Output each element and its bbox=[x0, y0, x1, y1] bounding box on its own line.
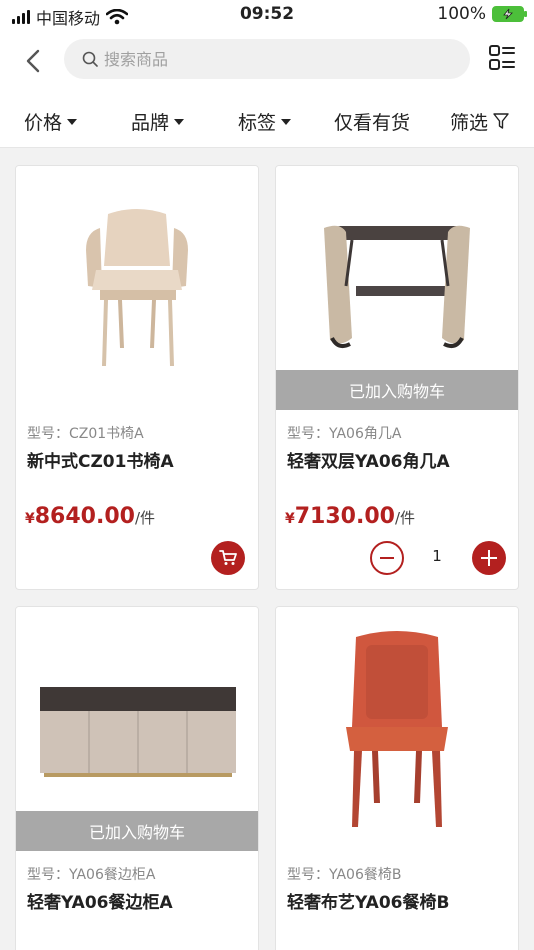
decrease-quantity-button[interactable] bbox=[370, 541, 404, 575]
currency-symbol: ¥ bbox=[285, 511, 295, 527]
quantity-value[interactable]: 1 bbox=[422, 547, 452, 565]
filter-label: 筛选 bbox=[450, 112, 489, 134]
added-to-cart-banner: 已加入购物车 bbox=[16, 811, 258, 851]
product-model: 型号：YA06角几A bbox=[287, 426, 402, 442]
product-name[interactable]: 轻奢双层YA06角几A bbox=[287, 447, 450, 472]
filter-label: 品牌 bbox=[131, 112, 170, 134]
product-card[interactable]: 已加入购物车 型号：YA06餐边柜A 轻奢YA06餐边柜A bbox=[15, 606, 259, 950]
chevron-left-icon bbox=[26, 49, 40, 73]
quantity-stepper: 1 bbox=[370, 541, 506, 575]
beige-armchair-icon bbox=[86, 209, 188, 366]
sideboard-icon bbox=[40, 687, 236, 777]
layout-toggle-button[interactable] bbox=[488, 44, 518, 74]
caret-down-icon bbox=[281, 118, 292, 125]
product-grid: 型号：CZ01书椅A 新中式CZ01书椅A ¥8640.00/件 已加入购物车 … bbox=[0, 148, 534, 950]
list-grid-icon bbox=[489, 45, 515, 70]
filter-in-stock[interactable]: 仅看有货 bbox=[334, 108, 410, 135]
price-unit: /件 bbox=[134, 509, 156, 527]
filter-price[interactable]: 价格 bbox=[24, 108, 78, 135]
product-name[interactable]: 轻奢布艺YA06餐椅B bbox=[287, 888, 449, 913]
filter-label: 标签 bbox=[238, 112, 277, 134]
currency-symbol: ¥ bbox=[25, 511, 35, 527]
filter-bar: 价格 品牌 标签 仅看有货 筛选 bbox=[0, 92, 534, 148]
filter-tag[interactable]: 标签 bbox=[238, 108, 292, 135]
search-input[interactable] bbox=[104, 49, 444, 69]
search-icon bbox=[82, 51, 98, 67]
filter-brand[interactable]: 品牌 bbox=[131, 108, 185, 135]
caret-down-icon bbox=[67, 118, 78, 125]
filter-more[interactable]: 筛选 bbox=[450, 108, 509, 135]
added-to-cart-banner: 已加入购物车 bbox=[276, 370, 518, 410]
status-bar: 中国移动 09:52 100% bbox=[0, 0, 534, 30]
price-unit: /件 bbox=[394, 509, 416, 527]
caret-down-icon bbox=[174, 118, 185, 125]
add-to-cart-button[interactable] bbox=[211, 541, 245, 575]
increase-quantity-button[interactable] bbox=[472, 541, 506, 575]
funnel-icon bbox=[493, 113, 509, 129]
filter-label: 仅看有货 bbox=[334, 112, 411, 134]
price-value: 7130.00 bbox=[294, 504, 395, 529]
price-value: 8640.00 bbox=[34, 504, 135, 529]
filter-label: 价格 bbox=[24, 112, 63, 134]
product-name[interactable]: 轻奢YA06餐边柜A bbox=[27, 888, 173, 913]
product-price: ¥7130.00/件 bbox=[285, 504, 415, 529]
product-card[interactable]: 型号：YA06餐椅B 轻奢布艺YA06餐椅B bbox=[275, 606, 519, 950]
cart-icon bbox=[219, 550, 237, 565]
product-model: 型号：CZ01书椅A bbox=[27, 426, 144, 442]
product-model: 型号：YA06餐椅B bbox=[287, 867, 402, 883]
battery-icon bbox=[492, 6, 527, 22]
product-model: 型号：YA06餐边柜A bbox=[27, 867, 156, 883]
product-image bbox=[16, 166, 258, 410]
product-image bbox=[276, 607, 518, 851]
product-price: ¥8640.00/件 bbox=[25, 504, 155, 529]
status-right: 100% bbox=[437, 4, 527, 24]
orange-dining-chair-icon bbox=[346, 631, 448, 827]
product-card[interactable]: 已加入购物车 型号：YA06角几A 轻奢双层YA06角几A ¥7130.00/件… bbox=[275, 165, 519, 590]
back-button[interactable] bbox=[20, 46, 46, 76]
header bbox=[0, 30, 534, 92]
search-bar[interactable] bbox=[64, 39, 470, 79]
side-table-icon bbox=[324, 225, 470, 348]
battery-percent: 100% bbox=[437, 4, 486, 24]
product-name[interactable]: 新中式CZ01书椅A bbox=[27, 447, 174, 472]
product-card[interactable]: 型号：CZ01书椅A 新中式CZ01书椅A ¥8640.00/件 bbox=[15, 165, 259, 590]
